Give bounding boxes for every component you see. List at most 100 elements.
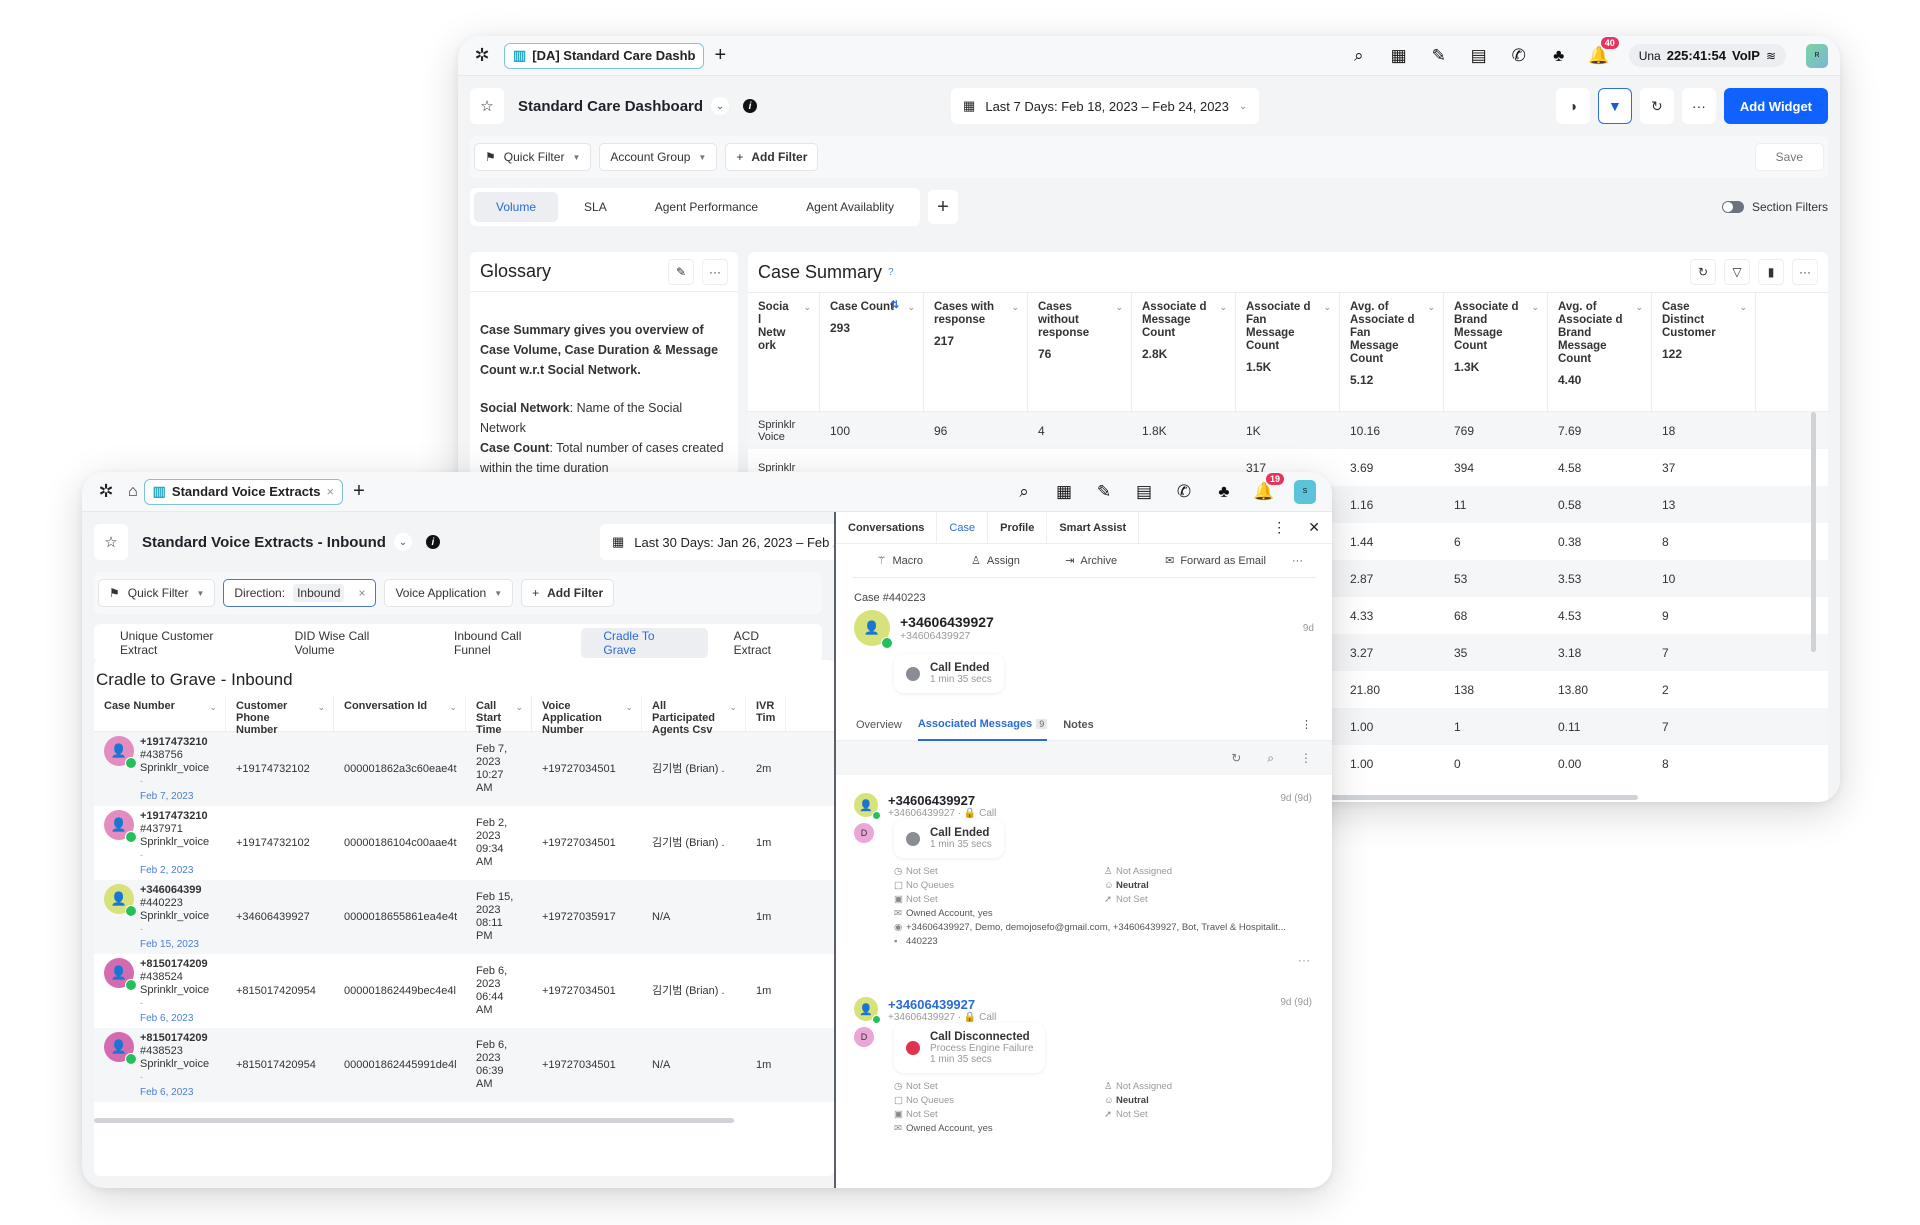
column-header[interactable]: Cases without response 76 ⌄ — [1028, 293, 1132, 411]
chevron-down-icon[interactable]: ⌄ — [1739, 301, 1747, 314]
table-row[interactable]: 👤 +1917473210 #437971 Sprinklr_voice - Feb 2,… — [94, 806, 834, 880]
tab-notes[interactable]: Notes — [1063, 719, 1094, 731]
favorite-star-icon[interactable]: ☆ — [94, 524, 128, 560]
chevron-down-icon[interactable]: ⌄ — [1635, 301, 1643, 314]
chevron-down-icon[interactable]: ⌄ — [1531, 301, 1539, 314]
team-icon[interactable]: ♣ — [1549, 46, 1569, 66]
search-icon[interactable]: ⌕ — [1267, 751, 1274, 766]
case-number-cell[interactable]: 👤 +1917473210 #438756 Sprinklr_voice - Feb 7,… — [94, 735, 226, 803]
calendar-icon[interactable]: ▤ — [1469, 46, 1489, 66]
table-row[interactable]: 👤 +8150174209 #438524 Sprinklr_voice - Feb 6,… — [94, 954, 834, 1028]
more-actions-icon[interactable]: ··· — [1292, 555, 1316, 567]
voip-status[interactable]: Una 225:41:54 VoIP ≋ — [1628, 44, 1786, 67]
chevron-down-icon[interactable]: ⌄ — [317, 701, 325, 713]
column-header[interactable]: Call Start Time ⌄ — [466, 696, 532, 736]
horizontal-scrollbar[interactable] — [94, 1118, 734, 1123]
customer-handle[interactable]: +346064399 — [140, 884, 209, 897]
more-options-icon[interactable]: ··· — [854, 947, 1314, 967]
customer-handle[interactable]: +1917473210 — [140, 810, 209, 823]
chevron-down-icon[interactable]: ⌄ — [803, 301, 811, 314]
more-options-icon[interactable]: ··· — [702, 258, 728, 285]
search-icon[interactable]: ⌕ — [1014, 482, 1034, 502]
customer-handle[interactable]: +8150174209 — [140, 958, 209, 971]
compose-icon[interactable]: ✎ — [1429, 46, 1449, 66]
home-icon[interactable]: ⌂ — [128, 483, 138, 501]
column-header[interactable]: Voice Application Number ⌄ — [532, 696, 642, 736]
save-button[interactable]: Save — [1754, 143, 1824, 171]
phone-icon[interactable]: ✆ — [1509, 46, 1529, 66]
tab-agent-availability[interactable]: Agent Availablity — [784, 192, 916, 222]
notifications-bell-icon[interactable]: 🔔 40 — [1588, 36, 1619, 66]
message-item[interactable]: 👤 +34606439927 +34606439927 · 🔒 Call 9d (… — [836, 967, 1332, 1134]
column-header[interactable]: Case Distinct Customer 122 ⌄ — [1652, 293, 1756, 411]
new-tab-button[interactable]: + — [353, 480, 365, 503]
add-filter-button[interactable]: + Add Filter — [725, 143, 819, 171]
help-icon[interactable]: ? — [888, 267, 894, 278]
chevron-down-icon[interactable]: ⌄ — [729, 701, 737, 713]
column-header[interactable]: Case Number ⌄ — [94, 696, 226, 732]
kebab-menu-icon[interactable]: ⋮ — [1272, 519, 1286, 536]
quick-filter-dropdown[interactable]: ⚑ Quick Filter ▼ — [474, 143, 592, 171]
tab-inbound-call-funnel[interactable]: Inbound Call Funnel — [432, 628, 577, 658]
tab-acd-extract[interactable]: ACD Extract — [712, 628, 818, 658]
sprinklr-logo-icon[interactable]: ✲ — [470, 44, 494, 68]
vertical-scrollbar[interactable] — [1811, 412, 1816, 652]
tab-did-wise-call-volume[interactable]: DID Wise Call Volume — [273, 628, 428, 658]
phone-icon[interactable]: ✆ — [1174, 482, 1194, 502]
refresh-icon[interactable]: ↻ — [1690, 259, 1716, 285]
chevron-down-icon[interactable]: ⌄ — [1011, 301, 1019, 314]
tab-volume[interactable]: Volume — [474, 192, 559, 222]
voice-application-dropdown[interactable]: Voice Application ▼ — [384, 579, 514, 607]
favorite-star-icon[interactable]: ☆ — [470, 88, 504, 124]
case-number-cell[interactable]: 👤 +8150174209 #438524 Sprinklr_voice - Feb 6,… — [94, 957, 226, 1025]
calendar-icon[interactable]: ▤ — [1134, 482, 1154, 502]
chevron-down-icon[interactable]: ⌄ — [209, 701, 217, 713]
quick-filter-dropdown[interactable]: ⚑ Quick Filter ▼ — [98, 579, 216, 607]
assign-button[interactable]: ♙ Assign — [948, 554, 1044, 568]
table-row[interactable]: 👤 +346064399 #440223 Sprinklr_voice - Feb 15,… — [94, 880, 834, 954]
column-header[interactable]: Avg. of Associate d Fan Message Count 5.1… — [1340, 293, 1444, 411]
refresh-icon[interactable]: ↻ — [1639, 88, 1674, 124]
column-header[interactable]: All Participated Agents Csv ⌄ — [642, 696, 746, 736]
direction-filter[interactable]: Direction: Inbound × — [223, 579, 377, 607]
tab-sla[interactable]: SLA — [562, 192, 629, 222]
column-header[interactable]: Socia l Netw ork ⌄ — [748, 293, 820, 411]
chevron-down-icon[interactable]: ⌄ — [1219, 301, 1227, 314]
dashboard-tab[interactable]: ▥ Standard Voice Extracts × — [143, 478, 344, 505]
new-tab-button[interactable]: + — [714, 44, 726, 67]
team-icon[interactable]: ♣ — [1214, 482, 1234, 502]
column-header[interactable]: Cases with response 217 ⌄ — [924, 293, 1028, 411]
chevron-down-icon[interactable]: ⌄ — [1427, 301, 1435, 314]
column-header[interactable]: Customer Phone Number ⌄ — [226, 696, 334, 736]
compose-icon[interactable]: ✎ — [1094, 482, 1114, 502]
tab-cradle-to-grave[interactable]: Cradle To Grave — [581, 628, 708, 658]
search-icon[interactable]: ⌕ — [1349, 46, 1369, 66]
tab-associated-messages[interactable]: Associated Messages 9 — [917, 709, 1048, 741]
forward-email-button[interactable]: ✉ Forward as Email — [1139, 554, 1292, 568]
chevron-down-icon[interactable]: ⌄ — [449, 701, 457, 713]
info-icon[interactable]: i — [743, 99, 758, 113]
chart-icon[interactable]: ▮ — [1758, 259, 1784, 285]
chevron-down-icon[interactable]: ⌄ — [711, 97, 730, 115]
add-widget-button[interactable]: Add Widget — [1723, 88, 1828, 124]
more-options-icon[interactable]: ··· — [1792, 259, 1818, 285]
chevron-down-icon[interactable]: ⌄ — [907, 301, 915, 314]
info-icon[interactable]: i — [425, 535, 440, 549]
column-header[interactable]: IVR Tim — [746, 696, 786, 732]
chevron-down-icon[interactable]: ⌄ — [1115, 301, 1123, 314]
tab-smart-assist[interactable]: Smart Assist — [1047, 512, 1140, 543]
filter-icon[interactable]: ▼ — [1597, 88, 1632, 124]
kebab-menu-icon[interactable]: ⋮ — [1300, 751, 1312, 765]
remove-filter-icon[interactable]: × — [358, 586, 365, 600]
chevron-down-icon[interactable]: ⌄ — [515, 701, 523, 713]
compare-toggle-icon[interactable]: ◑ — [1555, 88, 1590, 124]
chevron-down-icon[interactable]: ⌄ — [1323, 301, 1331, 314]
column-header[interactable]: Conversation Id ⌄ — [334, 696, 466, 732]
tab-conversations[interactable]: Conversations — [836, 512, 938, 543]
filter-icon[interactable]: ▽ — [1724, 259, 1750, 285]
table-row[interactable]: 👤 +1917473210 #438756 Sprinklr_voice - Feb 7,… — [94, 732, 834, 806]
tab-case[interactable]: Case — [937, 512, 989, 543]
message-item[interactable]: 👤 +34606439927 +34606439927 · 🔒 Call 9d (… — [836, 775, 1332, 967]
user-avatar[interactable]: R — [1806, 43, 1828, 68]
chevron-down-icon[interactable]: ⌄ — [625, 701, 633, 713]
